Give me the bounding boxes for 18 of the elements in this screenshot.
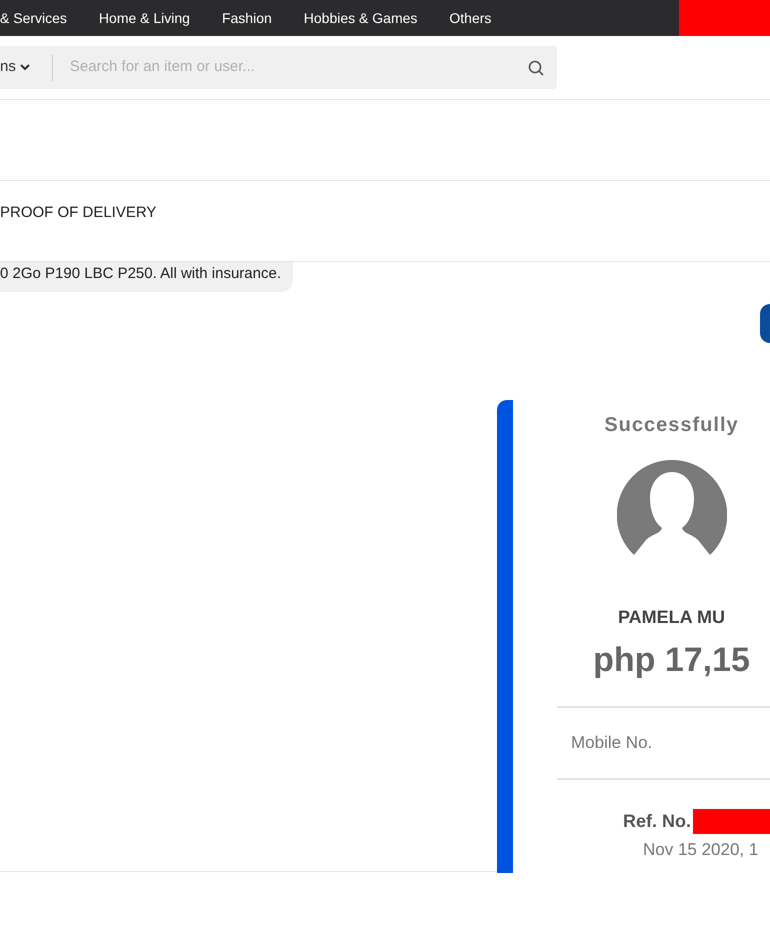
receipt-status: Successfully	[604, 413, 739, 438]
nav-link[interactable]: Fashion	[222, 8, 272, 28]
nav-link[interactable]: Others	[449, 8, 492, 28]
field-label: Mobile No.	[571, 732, 652, 754]
ref-label: Ref. No.	[623, 810, 692, 833]
search-field[interactable]: ns Search for an item or user...	[0, 46, 557, 89]
search-icon[interactable]	[528, 60, 544, 76]
listing-title: PROOF OF DELIVERY	[0, 204, 156, 221]
message-bubble	[760, 304, 770, 342]
nav-link[interactable]: Home & Living	[98, 8, 190, 28]
amount: php 17,15	[593, 640, 750, 681]
category-dropdown[interactable]: ns	[0, 54, 53, 80]
nav-link[interactable]: & Services	[0, 8, 67, 28]
chevron-down-icon	[20, 64, 30, 71]
receipt-date: Nov 15 2020, 1	[643, 840, 758, 859]
message-bubble: 0 2Go P190 LBC P250. All with insurance.	[0, 262, 294, 292]
recipient-name: PAMELA MU	[618, 606, 725, 629]
nav-link[interactable]: Hobbies & Games	[304, 8, 418, 28]
